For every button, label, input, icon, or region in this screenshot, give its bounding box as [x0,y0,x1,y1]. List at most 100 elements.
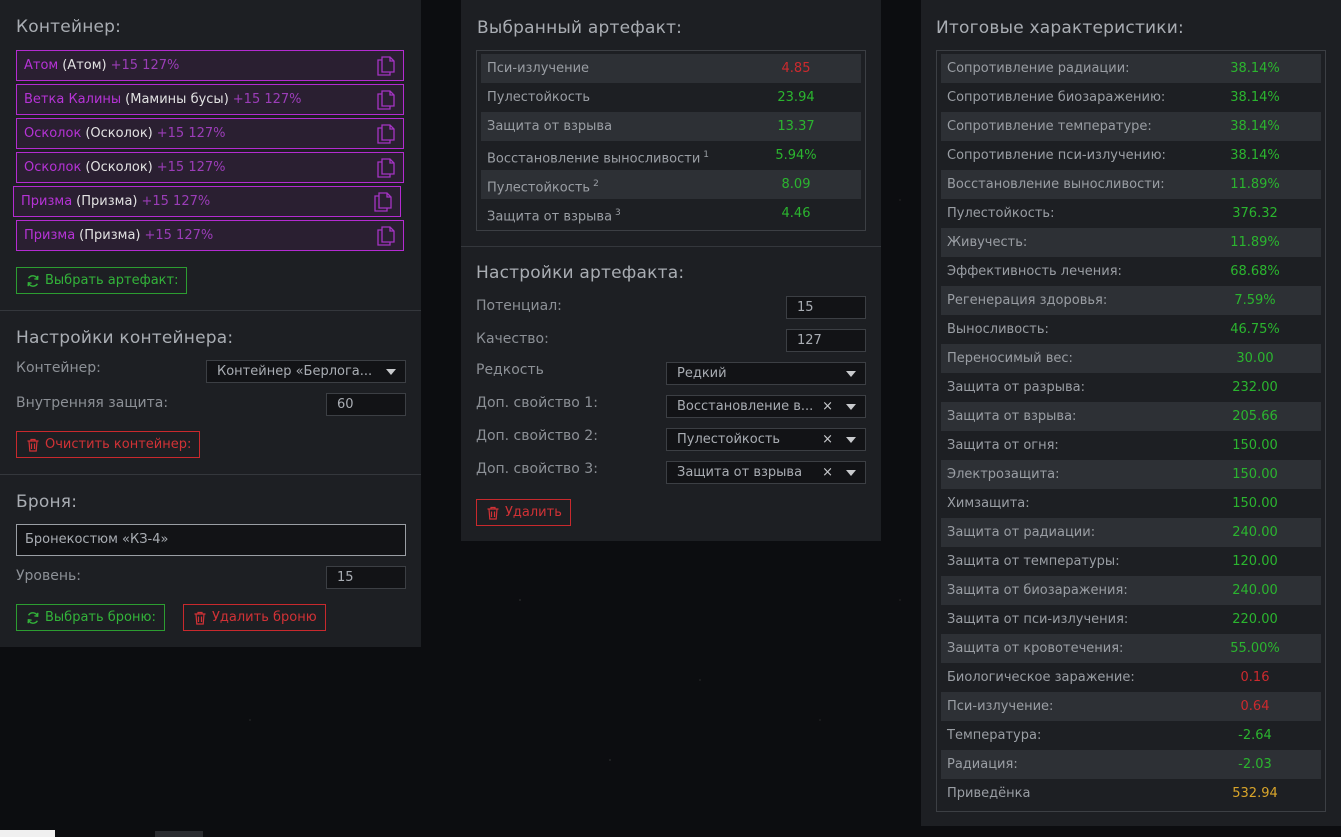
clear-icon[interactable]: × [822,396,833,417]
stat-name: Сопротивление биозаражению: [947,90,1166,105]
artifact-name: Осколок [24,160,82,175]
stat-value: 8.09 [781,177,811,192]
divider [0,310,421,311]
artifact-slot[interactable]: Призма (Призма) +15 127% [16,220,404,251]
clear-icon[interactable]: × [822,429,833,450]
select-armor-label: Выбрать броню: [45,610,156,625]
stat-row: Радиация: -2.03 [941,750,1321,779]
stat-name: Переносимый вес: [947,351,1073,366]
artifact-slot[interactable]: Ветка Калины (Мамины бусы) +15 127% [16,84,404,115]
stat-value: 150.00 [1232,438,1278,453]
container-settings-title: Настройки контейнера: [16,328,234,348]
container-select-value: Контейнер «Берлога... [217,364,373,379]
prop3-select[interactable]: Защита от взрыва × [666,461,866,484]
container-select[interactable]: Контейнер «Берлога... [206,360,406,383]
stat-row: Сопротивление радиации: 38.14% [941,54,1321,83]
select-artifact-button[interactable]: Выбрать артефакт: [16,267,188,294]
clear-container-button[interactable]: Очистить контейнер: [16,431,201,458]
stat-footnote: 3 [615,208,621,218]
stat-value: 150.00 [1232,496,1278,511]
artifact-real-name: (Осколок) [85,160,153,175]
stat-row: Переносимый вес: 30.00 [941,344,1321,373]
artifact-settings-title: Настройки артефакта: [476,263,685,283]
stat-row: Пулестойкость 23.94 [481,83,861,112]
stat-name: Пулестойкость: [947,206,1055,221]
stat-value: 13.37 [777,119,815,134]
document-icon[interactable] [374,192,392,212]
stat-row: Восстановление выносливости 1 5.94% [481,141,861,170]
rarity-label: Редкость [476,362,544,378]
artifact-name: Атом [24,58,59,73]
artifact-real-name: (Призма) [79,228,141,243]
stat-name: Защита от кровотечения: [947,641,1124,656]
stat-row: Регенерация здоровья: 7.59% [941,286,1321,315]
stat-row: Пси-излучение: 0.64 [941,692,1321,721]
stat-row: Защита от радиации: 240.00 [941,518,1321,547]
select-armor-button[interactable]: Выбрать броню: [16,604,165,631]
artifact-slot[interactable]: Осколок (Осколок) +15 127% [16,152,404,183]
document-icon[interactable] [377,90,395,110]
armor-level-input[interactable]: 15 [326,566,406,589]
artifact-slot[interactable]: Атом (Атом) +15 127% [16,50,404,81]
stat-footnote: 1 [703,150,710,160]
stat-value: 240.00 [1232,583,1278,598]
stat-value: 11.89% [1230,235,1280,250]
divider [0,474,421,475]
prop3-label: Доп. свойство 3: [476,461,598,477]
quality-input[interactable]: 127 [786,329,866,352]
stat-name: Защита от температуры: [947,554,1120,569]
stat-row: Восстановление выносливости: 11.89% [941,170,1321,199]
document-icon[interactable] [377,226,395,246]
totals-stats: Сопротивление радиации: 38.14% Сопротивлен… [936,50,1326,812]
document-icon[interactable] [377,56,395,76]
stat-row: Выносливость: 46.75% [941,315,1321,344]
stat-name: Живучесть: [947,235,1028,250]
delete-armor-button[interactable]: Удалить броню [183,604,326,631]
document-icon[interactable] [377,158,395,178]
stat-footnote: 2 [593,179,599,189]
selected-artifact-title: Выбранный артефакт: [477,18,683,38]
stat-value: 7.59% [1234,293,1276,308]
artifact-slot[interactable]: Осколок (Осколок) +15 127% [16,118,404,149]
rarity-select[interactable]: Редкий [666,362,866,385]
stat-name: Электрозащита: [947,467,1060,482]
artifact-level: +15 127% [110,58,180,73]
potential-input[interactable]: 15 [786,296,866,319]
stat-row: Температура: -2.64 [941,721,1321,750]
prop1-select[interactable]: Восстановление в... × [666,395,866,418]
stat-value: 30.00 [1236,351,1274,366]
stat-value: 38.14% [1230,90,1280,105]
stat-name: Защита от огня: [947,438,1059,453]
stat-row: Защита от биозаражения: 240.00 [941,576,1321,605]
quality-label: Качество: [476,331,549,347]
stat-value: 150.00 [1232,467,1278,482]
clear-container-label: Очистить контейнер: [45,437,192,452]
stat-name: Пси-излучение: [947,699,1054,714]
prop2-select[interactable]: Пулестойкость × [666,428,866,451]
clear-icon[interactable]: × [822,462,833,483]
armor-level-label: Уровень: [16,568,81,584]
stat-row: Защита от температуры: 120.00 [941,547,1321,576]
inner-protection-input[interactable]: 60 [326,393,406,416]
rarity-select-value: Редкий [677,366,727,381]
potential-label: Потенциал: [476,298,562,314]
chevron-down-icon [386,369,396,375]
stat-row: Сопротивление пси-излучению: 38.14% [941,141,1321,170]
stat-name: Сопротивление радиации: [947,61,1130,76]
artifact-name: Ветка Калины [24,92,122,107]
artifact-slot[interactable]: Призма (Призма) +15 127% [13,186,401,217]
prop1-label: Доп. свойство 1: [476,395,598,411]
delete-artifact-label: Удалить [505,505,562,520]
stat-row: Защита от кровотечения: 55.00% [941,634,1321,663]
stat-name: Сопротивление температуре: [947,119,1152,134]
delete-artifact-button[interactable]: Удалить [476,499,571,526]
stat-row: Защита от пси-излучения: 220.00 [941,605,1321,634]
stat-value: 532.94 [1232,786,1278,801]
stat-name: Эффективность лечения: [947,264,1122,279]
artifact-level: +15 127% [144,228,214,243]
scroll-thumb[interactable] [155,831,203,837]
document-icon[interactable] [377,124,395,144]
stat-name: Пси-излучение [487,61,590,76]
artifact-real-name: (Мамины бусы) [125,92,229,107]
armor-field[interactable]: Бронекостюм «КЗ-4» [16,524,406,556]
